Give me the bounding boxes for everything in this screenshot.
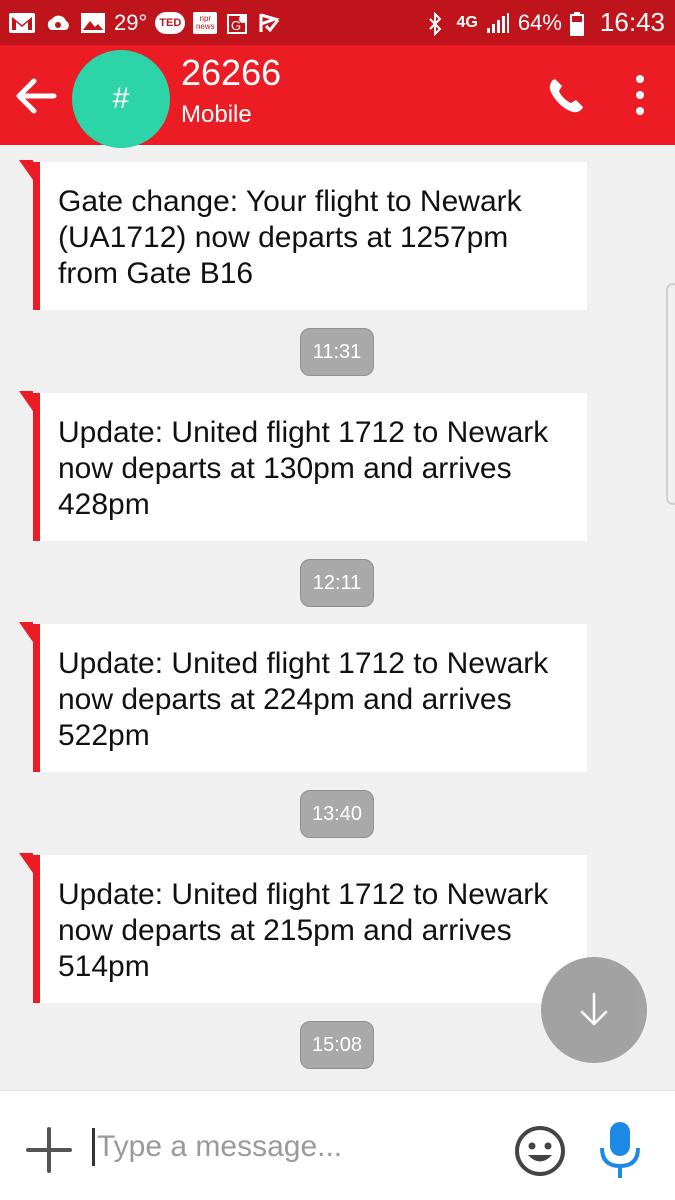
call-button[interactable] [540, 70, 592, 122]
message-bubble[interactable]: Update: United flight 1712 to Newark now… [19, 622, 587, 772]
app-bar: # 26266 Mobile [0, 45, 675, 148]
message-bubble[interactable]: Gate change: Your flight to Newark (UA17… [19, 160, 587, 310]
menu-dot [636, 91, 644, 99]
arrow-down-icon [580, 992, 608, 1026]
message-text: Update: United flight 1712 to Newark now… [58, 878, 549, 983]
checkmark-flag-icon [257, 12, 281, 34]
timestamp-chip: 13:40 [300, 790, 374, 838]
status-bar: 29° TED npr news G 4G 64% 16:43 [0, 0, 675, 45]
gmail-icon [8, 12, 36, 34]
timestamp-chip: 11:31 [300, 328, 374, 376]
scrollbar[interactable] [666, 283, 675, 505]
notification-icons: 29° TED npr news G [8, 0, 281, 45]
message-bubble[interactable]: Update: United flight 1712 to Newark now… [19, 391, 587, 541]
message-text: Update: United flight 1712 to Newark now… [58, 416, 549, 521]
message-input-wrap[interactable] [92, 1117, 497, 1177]
bluetooth-icon [427, 11, 449, 36]
message-list[interactable]: Gate change: Your flight to Newark (UA17… [0, 145, 675, 1090]
message-text: Update: United flight 1712 to Newark now… [58, 647, 549, 752]
back-arrow-icon [16, 78, 57, 114]
avatar[interactable]: # [72, 50, 170, 148]
smiley-icon [515, 1126, 565, 1176]
microphone-icon [600, 1122, 640, 1178]
system-status: 4G 64% 16:43 [427, 0, 665, 45]
battery-percent: 64% [517, 9, 562, 35]
menu-dot [636, 107, 644, 115]
scroll-to-bottom-button[interactable] [541, 957, 647, 1063]
avatar-symbol: # [112, 82, 130, 115]
bubble-tail [19, 160, 33, 180]
clock: 16:43 [599, 7, 665, 37]
text-caret [92, 1128, 95, 1166]
signal-icon [486, 12, 510, 34]
attach-button[interactable] [22, 1123, 76, 1177]
temperature: 29° [114, 9, 148, 35]
message-input[interactable] [97, 1130, 487, 1164]
overflow-menu-button[interactable] [615, 67, 665, 123]
network-type: 4G [456, 13, 478, 31]
phone-icon [549, 79, 583, 113]
timestamp-chip: 15:08 [300, 1021, 374, 1069]
contact-name: 26266 [181, 52, 282, 93]
bubble-tail [19, 853, 33, 873]
menu-dot [636, 75, 644, 83]
back-button[interactable] [10, 70, 62, 122]
bubble-tail [19, 622, 33, 642]
ted-icon: TED [155, 11, 186, 34]
news-icon: npr news [193, 11, 218, 34]
compose-bar [0, 1090, 675, 1200]
contact-type: Mobile [181, 101, 252, 128]
plus-icon [26, 1127, 72, 1173]
voice-input-button[interactable] [596, 1118, 644, 1182]
battery-icon [569, 11, 592, 36]
emoji-button[interactable] [513, 1124, 567, 1178]
maps-icon: G [225, 12, 249, 34]
message-bubble[interactable]: Update: United flight 1712 to Newark now… [19, 853, 587, 1003]
gallery-icon [80, 12, 106, 34]
message-text: Gate change: Your flight to Newark (UA17… [58, 185, 522, 290]
timestamp-chip: 12:11 [300, 559, 374, 607]
cloud-icon [44, 12, 72, 34]
bubble-tail [19, 391, 33, 411]
